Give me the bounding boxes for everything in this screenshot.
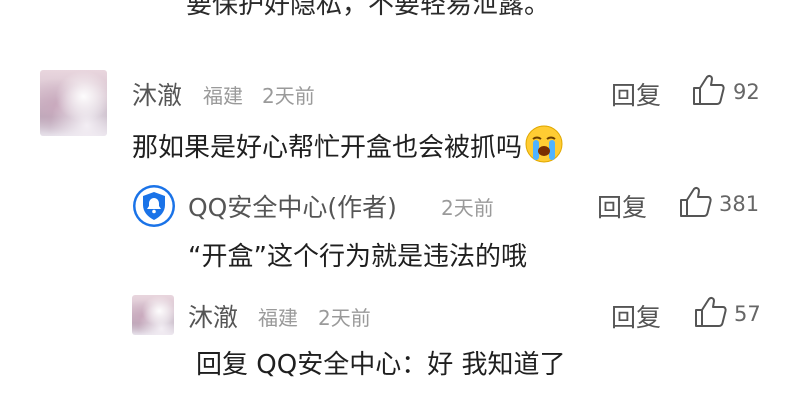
thumbs-up-icon[interactable] (694, 296, 728, 328)
comment-author[interactable]: 沐澈 (132, 76, 182, 112)
reply-time: 2天前 (318, 306, 371, 330)
qq-security-shield-icon[interactable] (132, 184, 176, 228)
reply-button[interactable]: 回复 (611, 298, 661, 334)
like-count: 92 (733, 80, 760, 104)
like-count: 57 (734, 302, 761, 326)
comment-time: 2天前 (262, 84, 315, 108)
reply-time: 2天前 (441, 196, 494, 220)
reply-text: 回复 QQ安全中心：好 我知道了 (196, 350, 566, 380)
comment-location: 福建 (203, 84, 243, 108)
reply-author[interactable]: QQ安全中心(作者) (188, 188, 397, 224)
previous-comment-fragment: 要保护好隐私，不要轻易泄露。 (186, 0, 551, 20)
comment-text: 那如果是好心帮忙开盒也会被抓吗 (132, 133, 523, 163)
avatar[interactable] (40, 70, 107, 136)
loudly-crying-emoji (524, 124, 564, 168)
avatar-image (132, 295, 174, 335)
thumbs-up-icon[interactable] (679, 186, 713, 218)
comment-body: 那如果是好心帮忙开盒也会被抓吗 (132, 124, 564, 168)
thumbs-up-icon[interactable] (692, 74, 726, 106)
avatar-image (40, 70, 107, 136)
reply-button[interactable]: 回复 (597, 188, 647, 224)
reply-author[interactable]: 沐澈 (188, 298, 238, 334)
like-count: 381 (719, 192, 760, 216)
reply-button[interactable]: 回复 (611, 76, 661, 112)
reply-location: 福建 (258, 306, 298, 330)
avatar[interactable] (132, 295, 174, 335)
reply-text: “开盒”这个行为就是违法的哦 (188, 242, 527, 272)
